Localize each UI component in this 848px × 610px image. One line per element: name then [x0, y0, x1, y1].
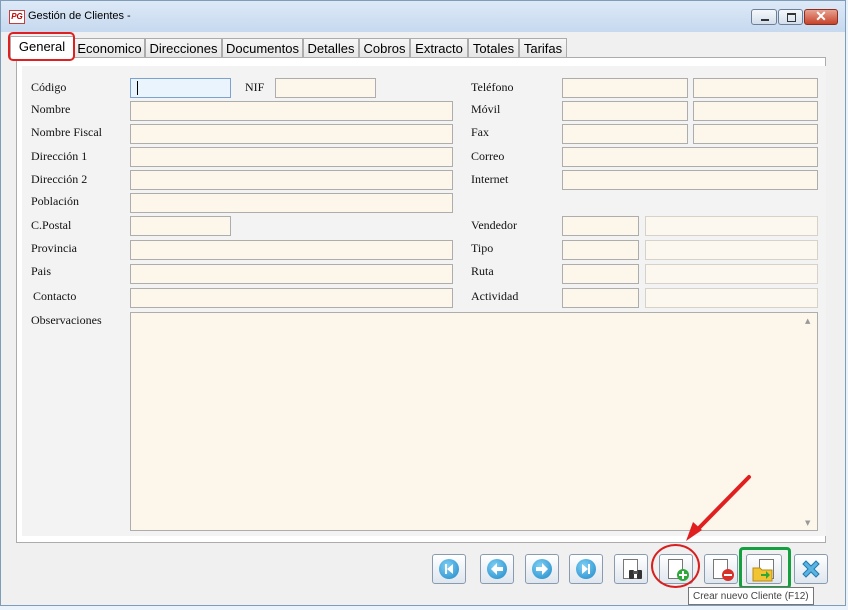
tooltip: Crear nuevo Cliente (F12)	[688, 587, 814, 605]
label-direccion-1: Dirección 1	[31, 149, 88, 163]
add-icon	[677, 569, 689, 581]
last-record-icon	[576, 559, 596, 579]
provincia-field[interactable]	[130, 240, 453, 260]
tab-extracto[interactable]: Extracto	[410, 38, 468, 58]
tab-general[interactable]: General	[10, 36, 74, 59]
fax-field-2[interactable]	[693, 124, 818, 144]
label-observaciones: Observaciones	[31, 313, 102, 327]
tab-detalles[interactable]: Detalles	[303, 38, 359, 58]
movil-field-1[interactable]	[562, 101, 688, 121]
search-button[interactable]	[614, 554, 648, 584]
tipo-name-field	[645, 240, 818, 260]
next-record-button[interactable]	[525, 554, 559, 584]
delete-client-button[interactable]	[704, 554, 738, 584]
label-fax: Fax	[471, 125, 489, 139]
minimize-button[interactable]	[751, 9, 777, 25]
label-movil: Móvil	[471, 102, 501, 116]
tab-economico[interactable]: Economico	[74, 38, 145, 58]
first-record-icon	[439, 559, 459, 579]
label-internet: Internet	[471, 172, 509, 186]
pais-field[interactable]	[130, 264, 453, 284]
actividad-code-field[interactable]	[562, 288, 639, 308]
ruta-code-field[interactable]	[562, 264, 639, 284]
label-correo: Correo	[471, 149, 505, 163]
text-caret	[137, 81, 138, 95]
direccion-1-field[interactable]	[130, 147, 453, 167]
label-cpostal: C.Postal	[31, 218, 72, 232]
label-pais: Pais	[31, 264, 52, 278]
label-nif: NIF	[245, 80, 265, 94]
tab-direcciones[interactable]: Direcciones	[145, 38, 222, 58]
tab-documentos[interactable]: Documentos	[222, 38, 303, 58]
direccion-2-field[interactable]	[130, 170, 453, 190]
remove-icon	[722, 569, 734, 581]
poblacion-field[interactable]	[130, 193, 453, 213]
exit-button[interactable]	[794, 554, 828, 584]
close-icon	[802, 560, 820, 578]
tab-totales[interactable]: Totales	[468, 38, 519, 58]
nombre-field[interactable]	[130, 101, 453, 121]
previous-record-button[interactable]	[480, 554, 514, 584]
folder-save-icon	[752, 567, 773, 582]
tab-cobros[interactable]: Cobros	[359, 38, 410, 58]
label-poblacion: Población	[31, 194, 79, 208]
tipo-code-field[interactable]	[562, 240, 639, 260]
cpostal-field[interactable]	[130, 216, 231, 236]
scroll-down-icon[interactable]: ▼	[805, 519, 810, 527]
internet-field[interactable]	[562, 170, 818, 190]
label-nombre-fiscal: Nombre Fiscal	[31, 125, 102, 139]
ruta-name-field	[645, 264, 818, 284]
actividad-name-field	[645, 288, 818, 308]
label-tipo: Tipo	[471, 241, 494, 255]
arrow-left-icon	[487, 559, 507, 579]
arrow-right-icon	[532, 559, 552, 579]
nif-field[interactable]	[275, 78, 376, 98]
scroll-up-icon[interactable]: ▲	[805, 317, 810, 325]
new-client-button[interactable]	[659, 554, 693, 584]
app-logo-icon: PG	[9, 10, 25, 24]
observaciones-textarea[interactable]: ▲ ▼	[130, 312, 818, 531]
vendedor-name-field	[645, 216, 818, 236]
label-actividad: Actividad	[471, 289, 519, 303]
contacto-field[interactable]	[130, 288, 453, 308]
label-provincia: Provincia	[31, 241, 77, 255]
last-record-button[interactable]	[569, 554, 603, 584]
codigo-field[interactable]	[130, 78, 231, 98]
close-icon: ✕	[815, 8, 827, 24]
tab-tarifas[interactable]: Tarifas	[519, 38, 567, 58]
label-ruta: Ruta	[471, 264, 494, 278]
label-codigo: Código	[31, 80, 67, 94]
title-bar: PG Gestión de Clientes - ✕	[1, 1, 845, 32]
nombre-fiscal-field[interactable]	[130, 124, 453, 144]
first-record-button[interactable]	[432, 554, 466, 584]
telefono-field-1[interactable]	[562, 78, 688, 98]
label-vendedor: Vendedor	[471, 218, 517, 232]
vendedor-code-field[interactable]	[562, 216, 639, 236]
label-contacto: Contacto	[33, 289, 77, 303]
observaciones-scrollbar[interactable]: ▲ ▼	[801, 313, 817, 530]
label-nombre: Nombre	[31, 102, 71, 116]
telefono-field-2[interactable]	[693, 78, 818, 98]
label-telefono: Teléfono	[471, 80, 514, 94]
label-direccion-2: Dirección 2	[31, 172, 88, 186]
window-title: Gestión de Clientes -	[28, 10, 131, 22]
save-client-button[interactable]	[746, 554, 782, 584]
movil-field-2[interactable]	[693, 101, 818, 121]
fax-field-1[interactable]	[562, 124, 688, 144]
binoculars-icon	[629, 570, 642, 579]
maximize-button[interactable]	[778, 9, 803, 25]
correo-field[interactable]	[562, 147, 818, 167]
close-button[interactable]: ✕	[804, 8, 838, 25]
